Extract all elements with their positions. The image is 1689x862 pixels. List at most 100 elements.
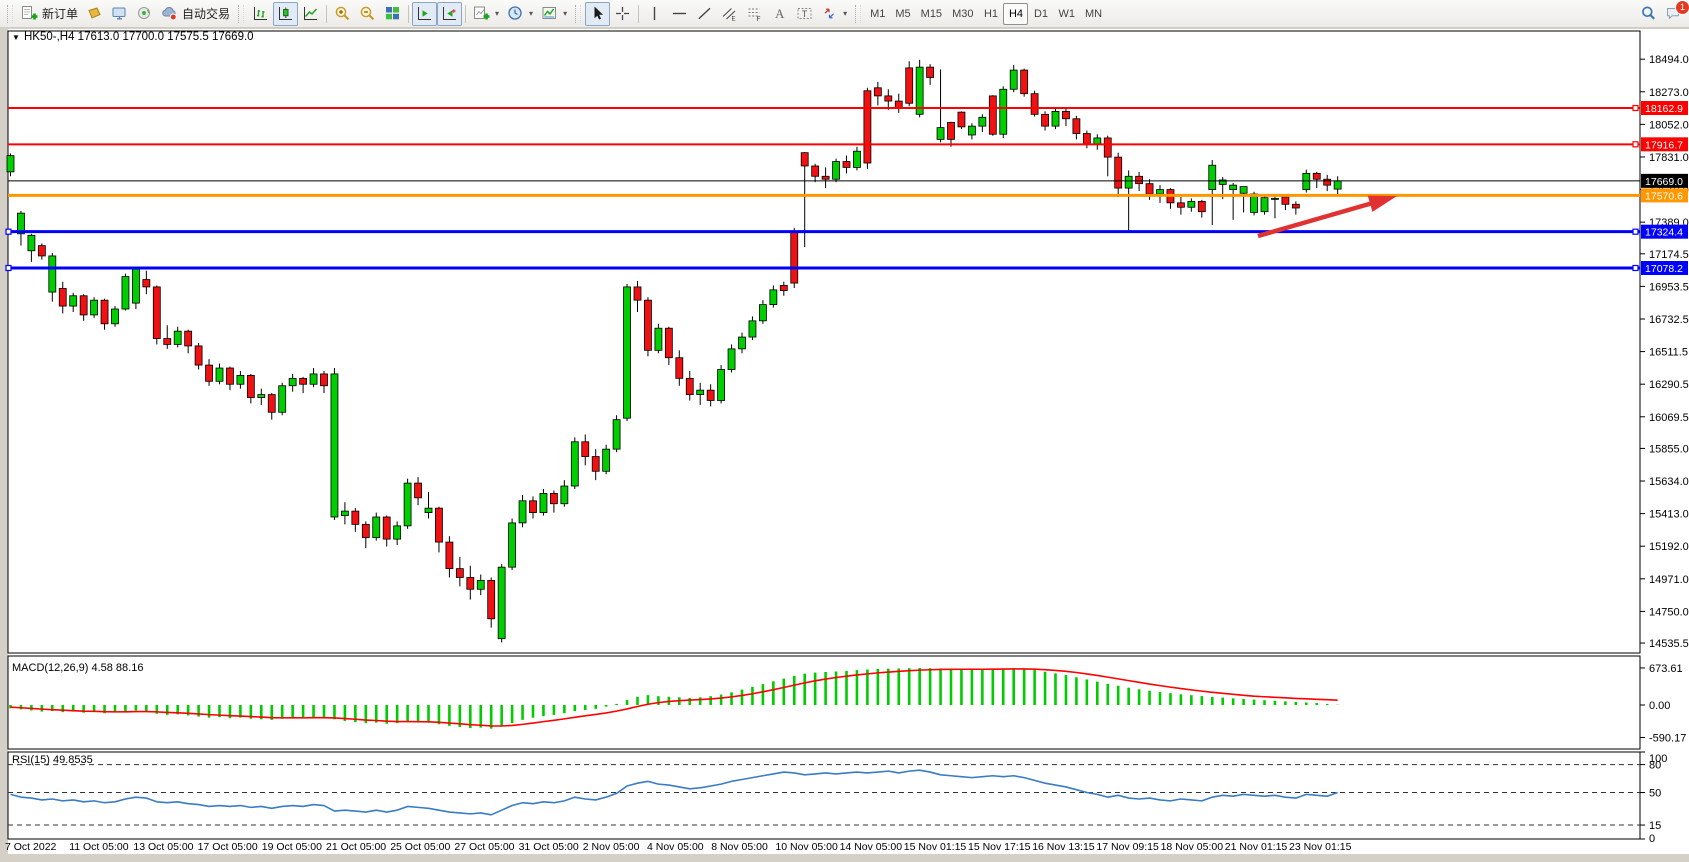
zoom-in-button[interactable] bbox=[330, 2, 355, 26]
candle[interactable] bbox=[362, 524, 369, 537]
text-button[interactable]: A bbox=[767, 2, 792, 26]
candle[interactable] bbox=[1230, 185, 1237, 189]
candle[interactable] bbox=[571, 442, 578, 486]
autotrade-button[interactable]: 自动交易 bbox=[157, 2, 234, 26]
candle[interactable] bbox=[937, 128, 944, 140]
candle[interactable] bbox=[927, 67, 934, 77]
candle[interactable] bbox=[498, 567, 505, 639]
shapes-button[interactable]: ▾ bbox=[817, 2, 851, 26]
candle[interactable] bbox=[164, 339, 171, 345]
candle[interactable] bbox=[477, 580, 484, 589]
line-handle[interactable] bbox=[1633, 106, 1638, 111]
candle[interactable] bbox=[310, 374, 317, 384]
candle[interactable] bbox=[1031, 94, 1038, 115]
cursor-button[interactable] bbox=[585, 2, 610, 26]
candle[interactable] bbox=[467, 577, 474, 589]
candle[interactable] bbox=[91, 300, 98, 315]
chart-shift-button[interactable] bbox=[437, 2, 462, 26]
candle[interactable] bbox=[1271, 198, 1278, 199]
candle[interactable] bbox=[843, 162, 850, 168]
candle[interactable] bbox=[1062, 111, 1069, 118]
candle[interactable] bbox=[550, 493, 557, 503]
candle[interactable] bbox=[1073, 119, 1080, 134]
candle[interactable] bbox=[718, 370, 725, 401]
vertical-line-button[interactable] bbox=[642, 2, 667, 26]
candle[interactable] bbox=[153, 287, 160, 339]
timeframe-button-m15[interactable]: M15 bbox=[916, 3, 947, 25]
candle[interactable] bbox=[1188, 201, 1195, 207]
candle[interactable] bbox=[749, 321, 756, 337]
candle[interactable] bbox=[979, 117, 986, 126]
timeframe-button-mn[interactable]: MN bbox=[1080, 3, 1107, 25]
line-handle[interactable] bbox=[6, 266, 11, 271]
text-label-button[interactable]: T bbox=[792, 2, 817, 26]
candle[interactable] bbox=[989, 96, 996, 134]
candle[interactable] bbox=[112, 309, 119, 324]
candle[interactable] bbox=[268, 395, 275, 413]
candle[interactable] bbox=[1115, 157, 1122, 188]
candle[interactable] bbox=[488, 580, 495, 618]
timeframe-button-m5[interactable]: M5 bbox=[890, 3, 915, 25]
candle[interactable] bbox=[1052, 111, 1059, 126]
candle[interactable] bbox=[1177, 203, 1184, 207]
toolbar-drag-handle[interactable] bbox=[575, 5, 581, 23]
candle[interactable] bbox=[968, 126, 975, 135]
line-handle[interactable] bbox=[6, 229, 11, 234]
candle[interactable] bbox=[1261, 198, 1268, 212]
candle[interactable] bbox=[132, 269, 139, 303]
candle[interactable] bbox=[1209, 165, 1216, 189]
line-chart-button[interactable] bbox=[298, 2, 323, 26]
candle[interactable] bbox=[1094, 138, 1101, 144]
candle[interactable] bbox=[822, 176, 829, 179]
candle[interactable] bbox=[906, 68, 913, 103]
indicators-button[interactable]: ▾ bbox=[537, 2, 571, 26]
candle[interactable] bbox=[948, 122, 955, 139]
candle[interactable] bbox=[1010, 70, 1017, 89]
candle[interactable] bbox=[582, 442, 589, 457]
broadcast-button[interactable] bbox=[132, 2, 157, 26]
candle[interactable] bbox=[352, 511, 359, 524]
candle[interactable] bbox=[258, 395, 265, 398]
candle[interactable] bbox=[958, 112, 965, 127]
candle[interactable] bbox=[373, 517, 380, 538]
candle[interactable] bbox=[739, 337, 746, 349]
candle[interactable] bbox=[446, 542, 453, 569]
candle[interactable] bbox=[1042, 114, 1049, 126]
candle[interactable] bbox=[331, 374, 338, 517]
channel-button[interactable]: E bbox=[717, 2, 742, 26]
candle[interactable] bbox=[435, 508, 442, 542]
zoom-out-button[interactable] bbox=[355, 2, 380, 26]
candle[interactable] bbox=[1303, 173, 1310, 189]
candle[interactable] bbox=[300, 378, 307, 384]
candle[interactable] bbox=[634, 287, 641, 300]
gold-widget-button[interactable] bbox=[82, 2, 107, 26]
candle[interactable] bbox=[70, 296, 77, 306]
toolbar-drag-handle[interactable] bbox=[7, 5, 13, 23]
timeframe-button-m30[interactable]: M30 bbox=[947, 3, 978, 25]
candle[interactable] bbox=[728, 349, 735, 370]
search-button[interactable] bbox=[1636, 2, 1661, 26]
candle[interactable] bbox=[143, 280, 150, 287]
candle[interactable] bbox=[853, 151, 860, 167]
candle[interactable] bbox=[603, 449, 610, 471]
candle[interactable] bbox=[780, 285, 787, 290]
candle[interactable] bbox=[1136, 176, 1143, 183]
tile-windows-button[interactable] bbox=[380, 2, 405, 26]
candle[interactable] bbox=[38, 246, 45, 256]
candle[interactable] bbox=[279, 386, 286, 413]
candle[interactable] bbox=[101, 300, 108, 324]
candle[interactable] bbox=[1104, 138, 1111, 157]
candle[interactable] bbox=[80, 296, 87, 315]
trendline-button[interactable] bbox=[692, 2, 717, 26]
candle[interactable] bbox=[1146, 184, 1153, 194]
toolbar-drag-handle[interactable] bbox=[855, 5, 861, 23]
fibonacci-button[interactable]: F bbox=[742, 2, 767, 26]
candle[interactable] bbox=[7, 156, 14, 172]
candle[interactable] bbox=[519, 501, 526, 523]
candle[interactable] bbox=[49, 256, 56, 292]
candle[interactable] bbox=[1292, 204, 1299, 208]
candle[interactable] bbox=[812, 166, 819, 176]
timeframe-button-d1[interactable]: D1 bbox=[1028, 3, 1053, 25]
candle[interactable] bbox=[216, 368, 223, 381]
candle[interactable] bbox=[394, 526, 401, 539]
